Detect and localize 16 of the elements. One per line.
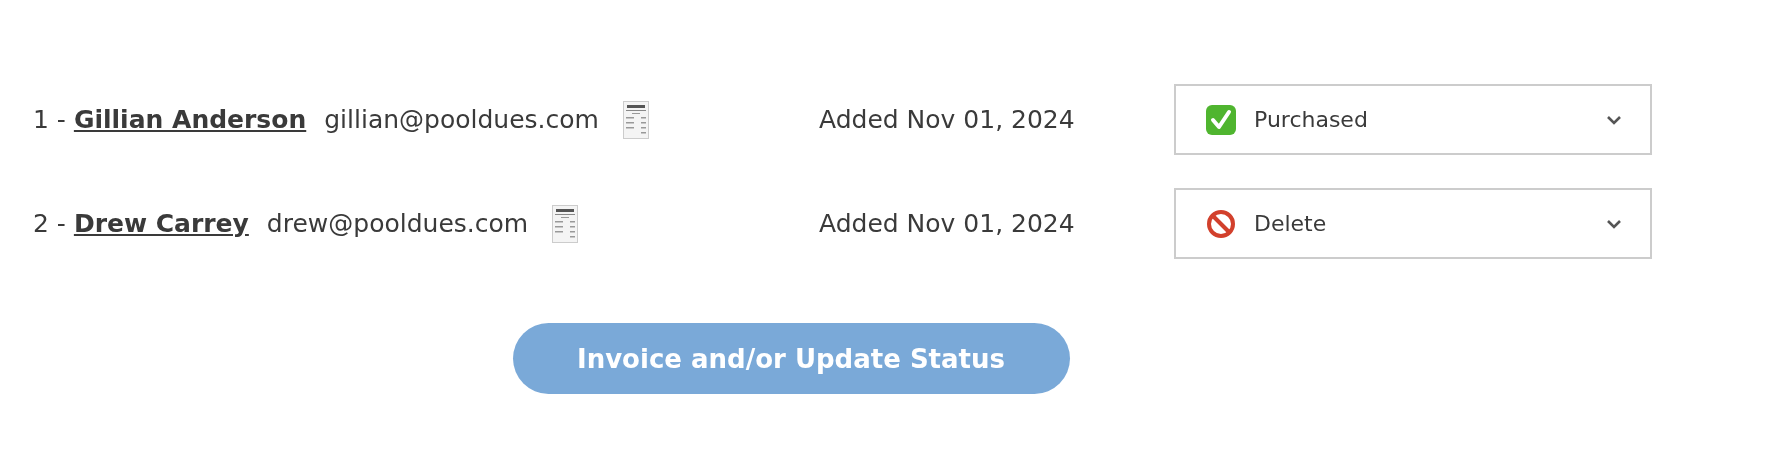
- caret-icon: [1606, 114, 1622, 125]
- added-date: Added Nov 01, 2024: [819, 209, 1076, 238]
- added-date: Added Nov 01, 2024: [819, 105, 1076, 134]
- check-mark-icon: [1206, 104, 1236, 135]
- row-number: 1 -: [33, 105, 66, 134]
- receipt-icon[interactable]: [552, 204, 579, 243]
- member-email: drew@pooldues.com: [266, 209, 529, 238]
- status-dropdown[interactable]: Purchased: [1174, 84, 1652, 155]
- receipt-icon[interactable]: [622, 100, 649, 139]
- caret-icon: [1606, 218, 1622, 229]
- member-name-link[interactable]: Gillian Anderson: [73, 105, 307, 134]
- member-name-link[interactable]: Drew Carrey: [73, 209, 249, 238]
- status-dropdown[interactable]: Delete: [1174, 188, 1652, 259]
- row-number: 2 -: [33, 209, 66, 238]
- prohibited-icon: [1206, 208, 1236, 239]
- member-email: gillian@pooldues.com: [324, 105, 599, 134]
